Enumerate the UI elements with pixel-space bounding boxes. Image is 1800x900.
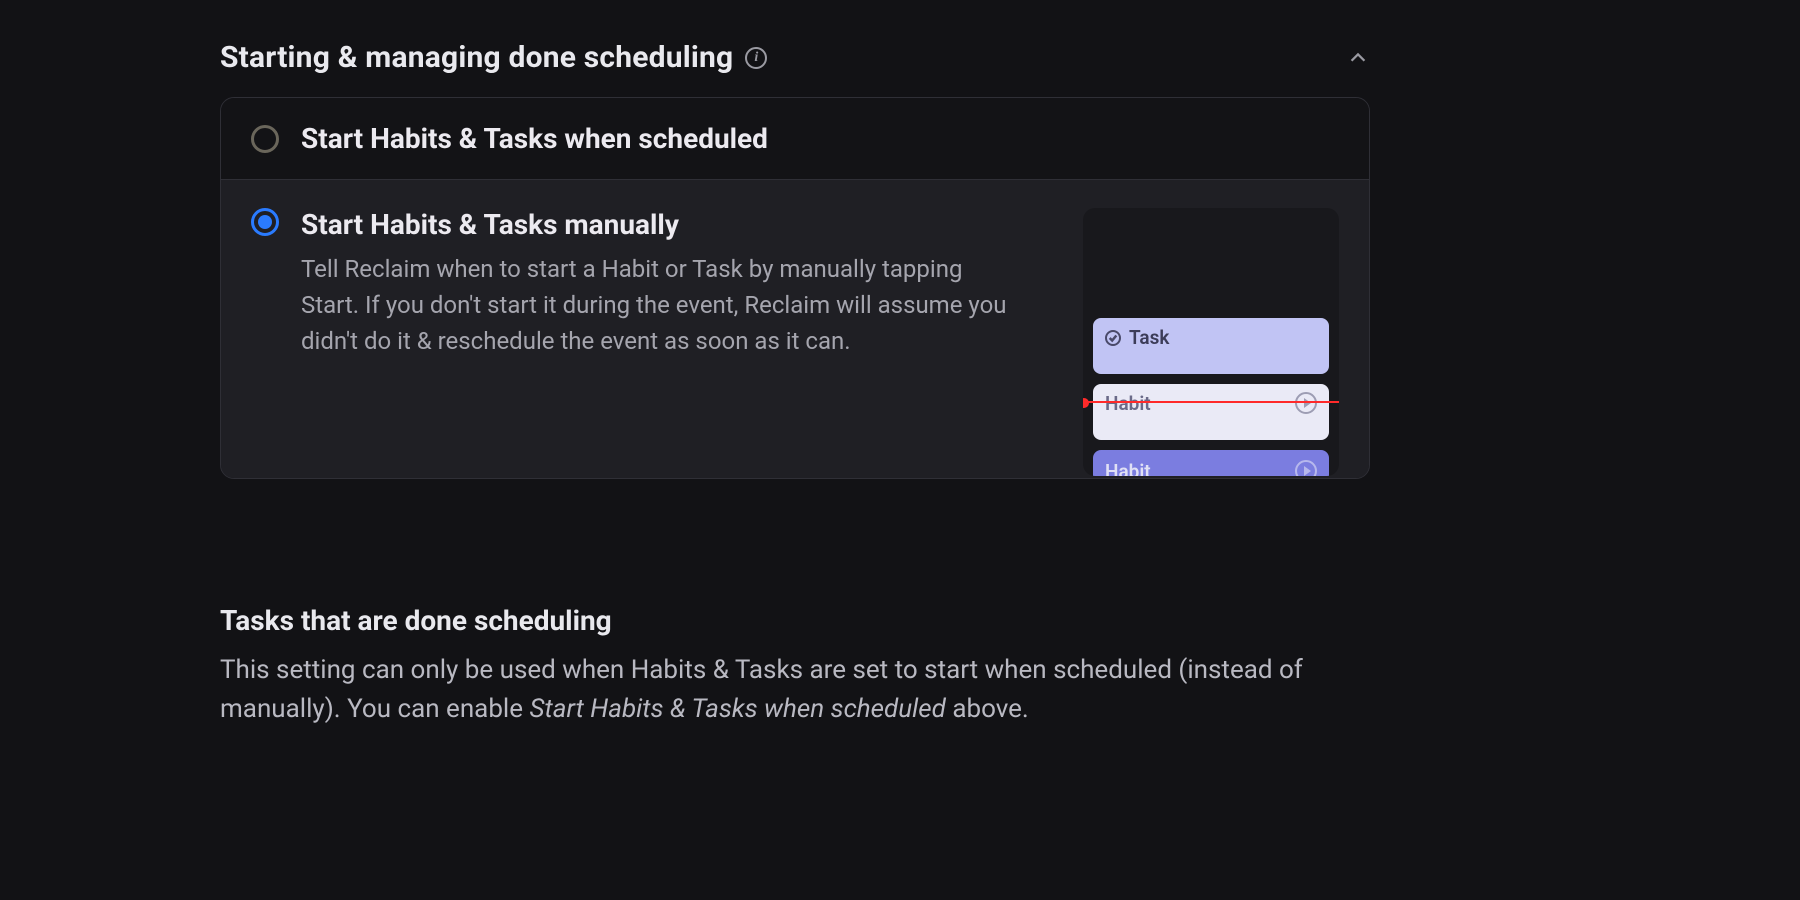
option-title: Start Habits & Tasks manually <box>301 208 1061 241</box>
start-options-card: Start Habits & Tasks when scheduled Star… <box>220 97 1370 479</box>
done-scheduling-section: Tasks that are done scheduling This sett… <box>220 604 1370 729</box>
current-time-line <box>1083 401 1339 403</box>
option-body: Start Habits & Tasks manually Tell Recla… <box>301 208 1061 359</box>
body-text-post: above. <box>952 694 1028 724</box>
body-text-ital: Start Habits & Tasks when scheduled <box>530 694 946 724</box>
preview-event-label: Habit <box>1105 392 1151 415</box>
collapse-chevron-up-icon[interactable] <box>1346 46 1370 70</box>
lower-section-body: This setting can only be used when Habit… <box>220 651 1370 729</box>
radio-unselected-icon[interactable] <box>251 125 279 153</box>
check-circle-icon <box>1105 330 1121 346</box>
scheduling-section: Starting & managing done scheduling i St… <box>220 40 1370 479</box>
preview-event-task: Task <box>1093 318 1329 374</box>
section-title: Starting & managing done scheduling <box>220 40 733 75</box>
play-circle-icon <box>1295 392 1317 414</box>
option-start-manually[interactable]: Start Habits & Tasks manually Tell Recla… <box>221 180 1369 478</box>
option-title: Start Habits & Tasks when scheduled <box>301 122 1339 155</box>
info-icon[interactable]: i <box>745 47 767 69</box>
preview-event-label: Task <box>1129 326 1169 349</box>
current-time-dot <box>1083 398 1089 408</box>
option-start-when-scheduled[interactable]: Start Habits & Tasks when scheduled <box>221 98 1369 180</box>
section-header: Starting & managing done scheduling i <box>220 40 1370 75</box>
option-body: Start Habits & Tasks when scheduled <box>301 122 1339 155</box>
preview-event-label: Habit <box>1105 460 1151 477</box>
preview-event-habit: Habit <box>1093 450 1329 476</box>
option-description: Tell Reclaim when to start a Habit or Ta… <box>301 251 1021 359</box>
calendar-preview: Task Habit Habit <box>1083 208 1339 476</box>
radio-selected-icon[interactable] <box>251 208 279 236</box>
lower-section-title: Tasks that are done scheduling <box>220 604 1370 637</box>
section-title-wrap: Starting & managing done scheduling i <box>220 40 767 75</box>
play-circle-icon <box>1295 460 1317 476</box>
preview-event-habit: Habit <box>1093 384 1329 440</box>
